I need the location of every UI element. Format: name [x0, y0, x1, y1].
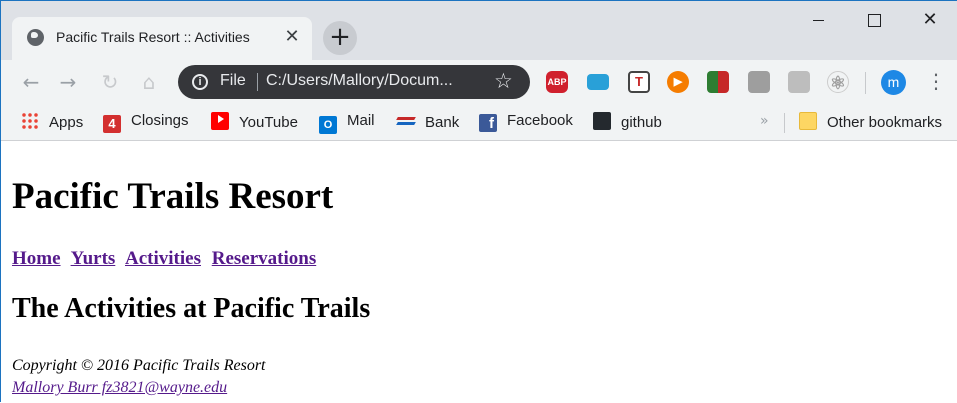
folder-icon — [799, 112, 817, 130]
chevron-double-right-icon[interactable]: » — [760, 113, 769, 129]
window-close-button[interactable]: ✕ — [907, 7, 953, 35]
bookmark-github[interactable]: github — [593, 112, 662, 134]
bookmark-closings[interactable]: 4 Closings — [103, 112, 189, 134]
bookmarks-divider — [784, 113, 785, 133]
browser-titlebar: Pacific Trails Resort :: Activities ✕ + … — [1, 1, 957, 60]
outlook-mail-icon: O — [319, 116, 337, 134]
kebab-menu-icon[interactable]: ⋮ — [926, 70, 946, 94]
profile-avatar[interactable]: m — [881, 70, 906, 95]
home-icon[interactable]: ⌂ — [135, 69, 163, 97]
site-nav: Home Yurts Activities Reservations — [12, 248, 322, 270]
facebook-icon: f — [479, 114, 497, 132]
toolbar-divider — [865, 72, 866, 94]
pdf-extension-icon[interactable] — [748, 71, 770, 93]
info-icon[interactable]: i — [192, 74, 208, 90]
url-divider — [257, 73, 258, 91]
address-bar[interactable]: i File C:/Users/Mallory/Docum... ☆ — [178, 65, 530, 99]
bookmark-youtube[interactable]: YouTube — [211, 112, 298, 134]
bookmark-bank[interactable]: Bank — [397, 112, 459, 134]
maximize-button[interactable] — [851, 7, 897, 35]
page-title: Pacific Trails Resort — [12, 176, 334, 217]
nav-link-reservations[interactable]: Reservations — [212, 248, 316, 269]
url-text[interactable]: C:/Users/Mallory/Docum... — [266, 72, 453, 90]
nav-link-yurts[interactable]: Yurts — [71, 248, 116, 269]
bookmark-mail[interactable]: O Mail — [319, 112, 375, 134]
tab-title: Pacific Trails Resort :: Activities — [56, 29, 250, 45]
youtube-icon — [211, 112, 229, 130]
url-scheme: File — [220, 72, 246, 89]
folder-extension-icon[interactable] — [587, 74, 609, 90]
adblock-icon[interactable]: ABP — [546, 71, 568, 93]
page-footer: Copyright © 2016 Pacific Trails Resort M… — [12, 355, 266, 399]
globe-icon — [27, 29, 44, 46]
bookmarks-bar: Apps 4 Closings YouTube O Mail Bank f Faceb… — [1, 105, 957, 141]
page-content: Pacific Trails Resort Home Yurts Activit… — [1, 142, 957, 403]
bookmark-other[interactable]: Other bookmarks — [799, 112, 942, 134]
browser-toolbar: ← → ↻ ⌂ i File C:/Users/Mallory/Docum...… — [1, 60, 957, 105]
nav-link-activities[interactable]: Activities — [125, 248, 201, 269]
back-arrow-icon[interactable]: ← — [17, 69, 45, 97]
minimize-button[interactable] — [795, 7, 841, 35]
kr-extension-icon[interactable] — [788, 71, 810, 93]
closings-icon: 4 — [103, 115, 121, 133]
new-tab-button[interactable]: + — [323, 21, 357, 55]
nav-link-home[interactable]: Home — [12, 248, 61, 269]
bookmark-star-icon[interactable]: ☆ — [494, 69, 513, 93]
close-icon[interactable]: ✕ — [282, 27, 302, 47]
forward-arrow-icon[interactable]: → — [54, 69, 82, 97]
bank-icon — [397, 112, 415, 130]
grid-extension-icon[interactable] — [707, 71, 729, 93]
copyright-text: Copyright © 2016 Pacific Trails Resort — [12, 357, 266, 374]
reload-icon[interactable]: ↻ — [96, 69, 124, 97]
section-heading: The Activities at Pacific Trails — [12, 293, 371, 324]
t-extension-icon[interactable]: T — [628, 71, 650, 93]
bookmark-apps[interactable]: Apps — [21, 112, 83, 134]
browser-tab[interactable]: Pacific Trails Resort :: Activities ✕ — [12, 17, 312, 60]
bookmark-facebook[interactable]: f Facebook — [479, 112, 573, 134]
react-extension-icon[interactable]: ⚛ — [827, 71, 849, 93]
apps-icon — [21, 112, 39, 130]
github-icon — [593, 112, 611, 130]
play-extension-icon[interactable]: ▶ — [667, 71, 689, 93]
contact-email-link[interactable]: Mallory Burr fz3821@wayne.edu — [12, 379, 227, 396]
